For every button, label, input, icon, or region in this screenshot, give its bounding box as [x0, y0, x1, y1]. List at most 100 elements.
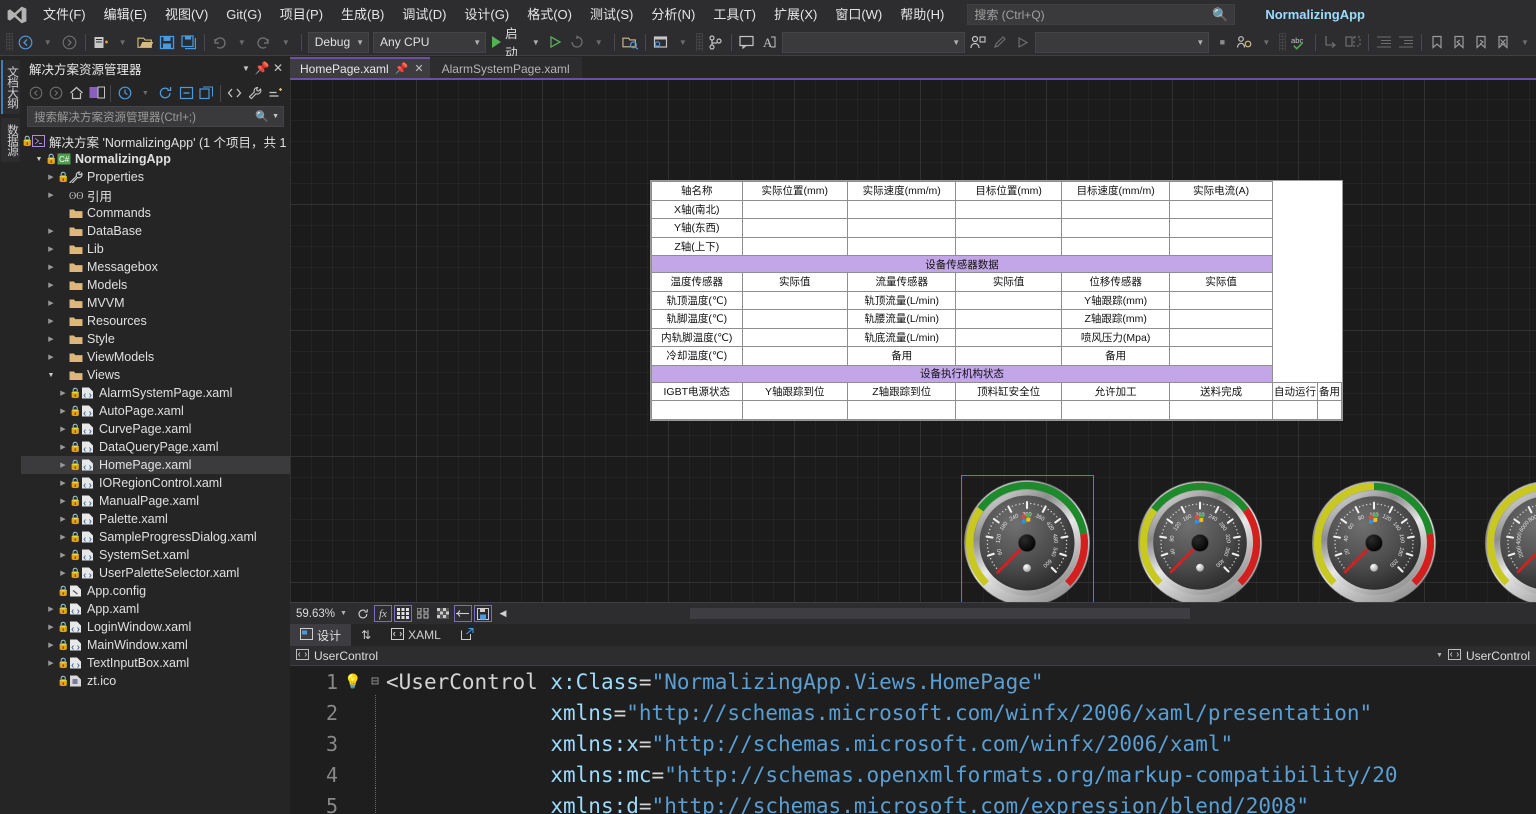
tree-node[interactable]: ▶ 🔒 SystemSet.xaml	[21, 546, 290, 564]
se-forward-icon[interactable]	[46, 83, 65, 103]
tree-node[interactable]: ▶ 🔒 IORegionControl.xaml	[21, 474, 290, 492]
expander-icon[interactable]: ▶	[45, 641, 57, 649]
tree-node[interactable]: ▶ 🔒 AlarmSystemPage.xaml	[21, 384, 290, 402]
live-visual-tree-icon[interactable]	[650, 31, 672, 54]
expander-icon[interactable]: ▶	[45, 335, 57, 343]
se-view-code-icon[interactable]	[225, 83, 244, 103]
font-icon[interactable]: A	[758, 31, 780, 54]
solution-platform-dropdown[interactable]: Any CPU ▼	[373, 31, 487, 53]
expander-icon[interactable]: ▶	[45, 191, 57, 199]
expander-icon[interactable]: ▶	[57, 551, 69, 559]
expander-icon[interactable]: ▶	[57, 569, 69, 577]
panel-menu-icon[interactable]: ▼	[238, 64, 254, 73]
se-pending-dropdown-icon[interactable]: ▼	[136, 83, 155, 103]
designer-grid-icon[interactable]	[393, 605, 412, 622]
designer-horizontal-scrollbar[interactable]	[690, 608, 1510, 619]
debug-target-icon[interactable]	[967, 31, 989, 54]
toolbar-overflow-icon[interactable]: ▼	[1514, 31, 1536, 54]
popout-designer-button[interactable]	[451, 624, 484, 646]
run-small-icon[interactable]	[1011, 31, 1033, 54]
menu-help[interactable]: 帮助(H)	[891, 0, 953, 29]
step-over-icon[interactable]	[1342, 31, 1364, 54]
expander-icon[interactable]: ▶	[45, 263, 57, 271]
menu-test[interactable]: 测试(S)	[581, 0, 642, 29]
expander-icon[interactable]: ▶	[45, 659, 57, 667]
tree-node[interactable]: ▶ 🔒 CurvePage.xaml	[21, 420, 290, 438]
menu-edit[interactable]: 编辑(E)	[95, 0, 156, 29]
expander-icon[interactable]: ▶	[57, 533, 69, 541]
expander-icon[interactable]: ▶	[45, 623, 57, 631]
menu-debug[interactable]: 调试(D)	[393, 0, 455, 29]
se-solution-view-icon[interactable]	[87, 83, 106, 103]
xaml-code-editor[interactable]: 1 💡 ⊟ <UserControl x:Class="NormalizingApp.…	[290, 666, 1536, 814]
se-collapse-all-icon[interactable]	[176, 83, 195, 103]
tool-tab-data-sources[interactable]: 数据源	[1, 118, 20, 162]
code-line[interactable]: 2 xmlns="http://schemas.microsoft.com/wi…	[290, 695, 1536, 728]
spellcheck-icon[interactable]: abc	[1288, 31, 1311, 54]
tree-node-project[interactable]: ▼ 🔒 C# NormalizingApp	[21, 150, 290, 168]
tree-node[interactable]: Commands	[21, 204, 290, 222]
global-search-box[interactable]: 搜索 (Ctrl+Q) 🔍	[967, 4, 1236, 25]
clear-bookmarks-icon[interactable]	[1492, 31, 1514, 54]
expander-icon[interactable]: ▼	[45, 372, 57, 379]
menu-window[interactable]: 窗口(W)	[826, 0, 891, 29]
tree-node[interactable]: ▶ 🔒 TextInputBox.xaml	[21, 654, 290, 672]
menu-build[interactable]: 生成(B)	[332, 0, 393, 29]
tree-node[interactable]: ▶ 🔒 SampleProgressDialog.xaml	[21, 528, 290, 546]
solution-explorer-search-input[interactable]: 搜索解决方案资源管理器(Ctrl+;) 🔍 ▼	[27, 106, 284, 127]
expander-icon[interactable]: ▶	[45, 281, 57, 289]
branch-icon[interactable]	[705, 31, 727, 54]
navigate-backward-icon[interactable]	[15, 31, 37, 54]
close-icon[interactable]: ✕	[414, 62, 423, 75]
step-into-icon[interactable]	[1320, 31, 1342, 54]
designer-alignment-icon[interactable]	[453, 605, 472, 622]
menu-analyze[interactable]: 分析(N)	[642, 0, 704, 29]
designer-refresh-icon[interactable]	[354, 605, 372, 622]
save-all-icon[interactable]	[178, 31, 200, 54]
tree-node[interactable]: ▶ 🔒 DataQueryPage.xaml	[21, 438, 290, 456]
redo-dropdown-icon[interactable]: ▼	[275, 31, 297, 54]
tree-node[interactable]: ▶ 🔒 AutoPage.xaml	[21, 402, 290, 420]
expander-icon[interactable]: ▶	[57, 497, 69, 505]
collapse-region-icon[interactable]: ⊟	[364, 674, 386, 689]
se-pending-changes-icon[interactable]	[115, 83, 134, 103]
hot-reload-dropdown-icon[interactable]: ▼	[588, 31, 610, 54]
expander-icon[interactable]: ▶	[45, 317, 57, 325]
tree-node[interactable]: ▶ 🔒 LoginWindow.xaml	[21, 618, 290, 636]
tree-node[interactable]: ▼ Views	[21, 366, 290, 384]
previous-bookmark-icon[interactable]	[1448, 31, 1470, 54]
designer-collapse-icon[interactable]: ◀	[494, 605, 512, 622]
se-preview-selected-icon[interactable]	[266, 83, 285, 103]
tree-node[interactable]: ▶ 🔒 UserPaletteSelector.xaml	[21, 564, 290, 582]
hot-reload-icon[interactable]	[566, 31, 588, 54]
stop-icon[interactable]: ■	[1211, 31, 1233, 54]
se-back-icon[interactable]	[26, 83, 45, 103]
navbar-left-member[interactable]: UserControl	[296, 648, 378, 663]
expander-icon[interactable]: ▶	[57, 443, 69, 451]
menu-git[interactable]: Git(G)	[217, 0, 270, 29]
debug-settings-icon[interactable]	[1233, 31, 1255, 54]
expander-icon[interactable]: ▶	[45, 227, 57, 235]
new-project-dropdown-icon[interactable]: ▼	[112, 31, 134, 54]
menu-view[interactable]: 视图(V)	[156, 0, 217, 29]
expander-icon[interactable]: ▶	[45, 245, 57, 253]
code-line[interactable]: 3 xmlns:x="http://schemas.microsoft.com/…	[290, 726, 1536, 759]
close-icon[interactable]: ✕	[270, 61, 286, 75]
tree-node[interactable]: ▶ Lib	[21, 240, 290, 258]
tool-tab-document-outline[interactable]: 文档大纲	[1, 60, 20, 114]
designer-effects-icon[interactable]: fx	[373, 605, 392, 622]
menu-project[interactable]: 项目(P)	[271, 0, 332, 29]
designer-transparency-icon[interactable]	[434, 605, 452, 622]
se-show-all-files-icon[interactable]	[197, 83, 216, 103]
tree-node-solution[interactable]: 🔒 解决方案 'NormalizingApp' (1 个项目，共 1 ·	[21, 132, 290, 150]
tree-node[interactable]: ▶ 🔒 Palette.xaml	[21, 510, 290, 528]
edit-pencil-icon[interactable]	[989, 31, 1011, 54]
undo-icon[interactable]	[209, 31, 231, 54]
xaml-designer-surface[interactable]: 轴名称 实际位置(mm) 实际速度(mm/m) 目标位置(mm) 目标速度(mm/m) 实…	[290, 78, 1536, 602]
gauge-4[interactable]: 0200040006000800010000120001400016000180…	[1482, 478, 1536, 602]
navbar-right-member[interactable]: ▼ UserControl	[1436, 648, 1530, 663]
swap-panes-button[interactable]: ⇅	[351, 624, 381, 646]
scrollbar-thumb[interactable]	[690, 608, 1190, 619]
tree-node[interactable]: ▶ Resources	[21, 312, 290, 330]
expander-icon[interactable]: ▶	[45, 605, 57, 613]
